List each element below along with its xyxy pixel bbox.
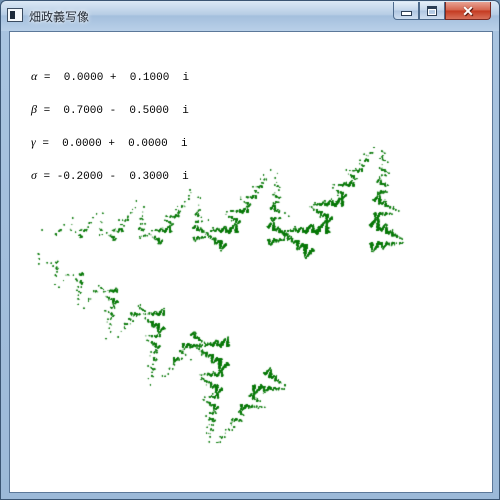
param-row-gamma: γ = 0.0000 + 0.0000 i (31, 136, 189, 150)
param-row-sigma: σ = -0.2000 - 0.3000 i (31, 169, 189, 183)
title-bar[interactable]: 畑政義写像 ✕ (1, 1, 499, 31)
param-value: = 0.0000 + 0.0000 i (35, 138, 188, 150)
app-icon[interactable] (7, 8, 23, 22)
parameter-list: α = 0.0000 + 0.1000 i β = 0.7000 - 0.500… (31, 49, 189, 203)
minimize-icon (400, 11, 412, 16)
app-window: 畑政義写像 ✕ α = 0.0000 + 0.1000 i β = 0.7000… (0, 0, 500, 500)
param-row-alpha: α = 0.0000 + 0.1000 i (31, 70, 190, 84)
close-icon: ✕ (462, 2, 474, 19)
maximize-icon (427, 5, 437, 16)
minimize-button[interactable] (393, 2, 419, 20)
param-value: = 0.7000 - 0.5000 i (36, 105, 189, 117)
maximize-button[interactable] (419, 2, 445, 20)
param-value: = 0.0000 + 0.1000 i (37, 72, 190, 84)
close-button[interactable]: ✕ (445, 2, 491, 20)
window-title: 畑政義写像 (29, 10, 90, 24)
param-value: = -0.2000 - 0.3000 i (36, 171, 189, 183)
canvas-area: α = 0.0000 + 0.1000 i β = 0.7000 - 0.500… (9, 31, 493, 493)
param-row-beta: β = 0.7000 - 0.5000 i (31, 103, 189, 117)
